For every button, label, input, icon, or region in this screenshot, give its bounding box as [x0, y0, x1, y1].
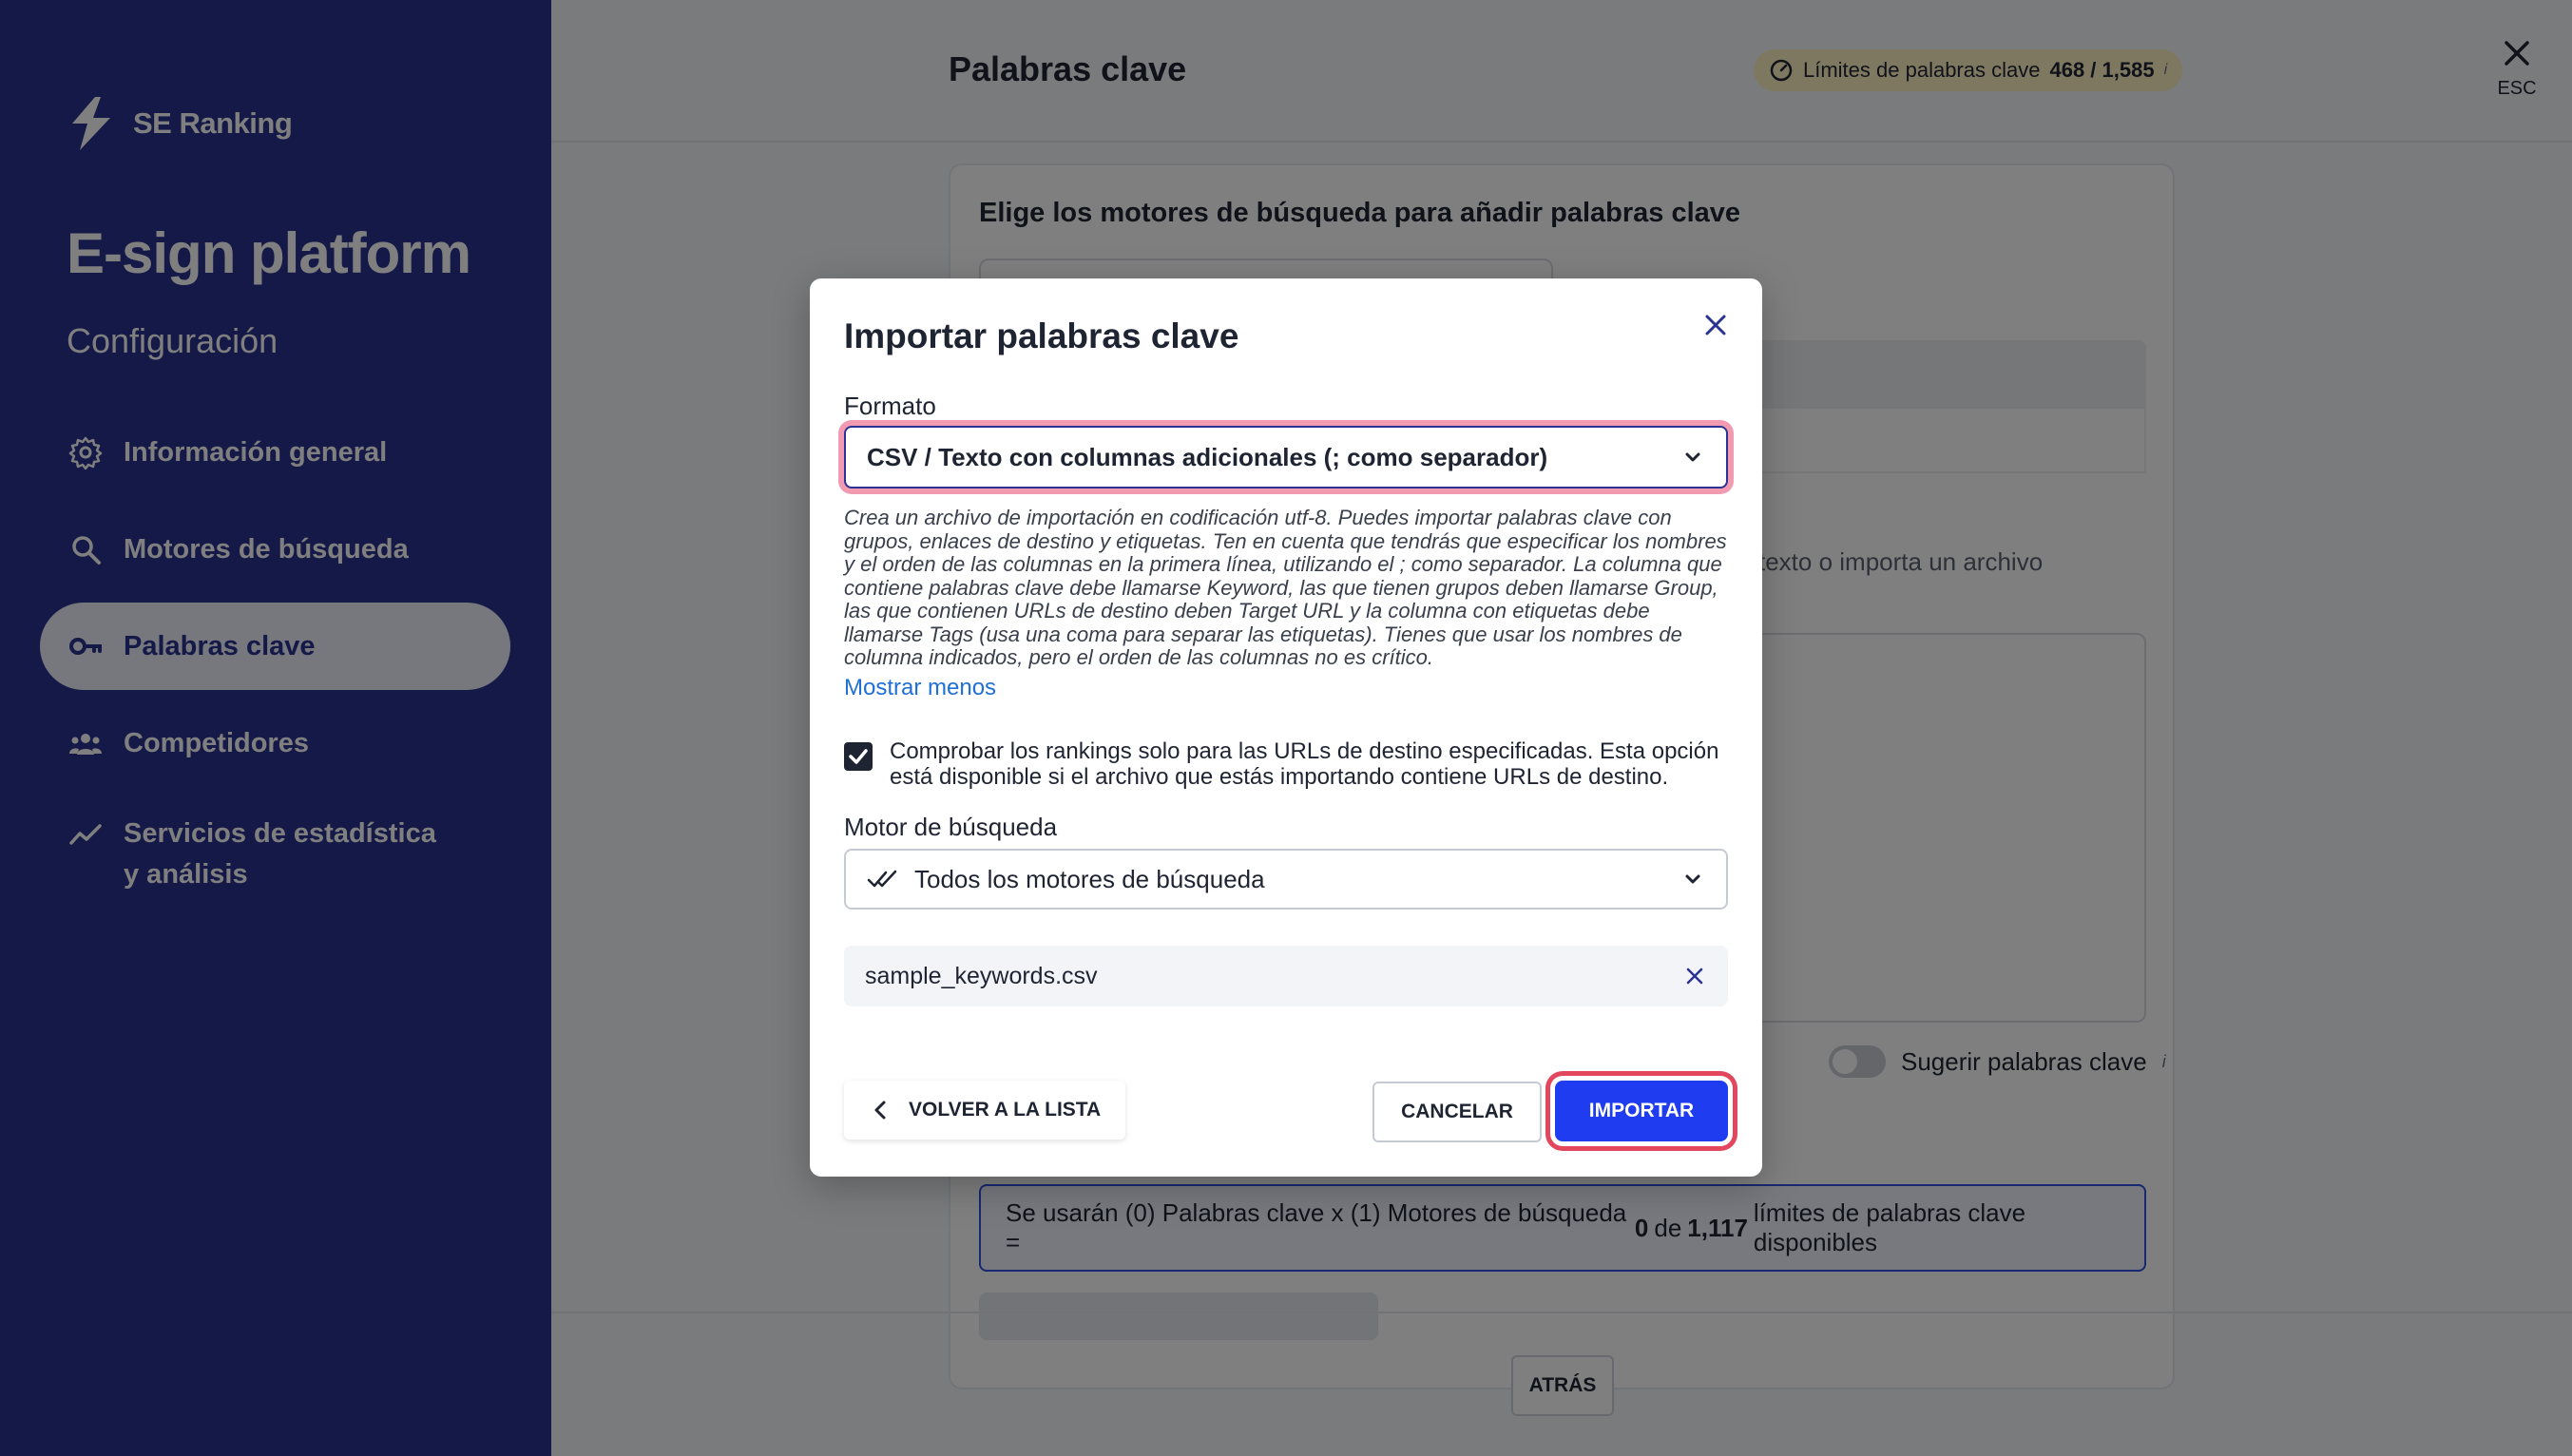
- engine-value: Todos los motores de búsqueda: [914, 864, 1265, 893]
- target-url-checkbox-label: Comprobar los rankings solo para las URL…: [890, 738, 1719, 790]
- format-value: CSV / Texto con columnas adicionales (; …: [867, 442, 1548, 471]
- chevron-left-icon: [874, 1101, 886, 1120]
- chevron-down-icon: [1685, 874, 1700, 884]
- target-url-check-row: Comprobar los rankings solo para las URL…: [844, 738, 1728, 790]
- format-label: Formato: [844, 392, 936, 420]
- format-select[interactable]: CSV / Texto con columnas adicionales (; …: [844, 426, 1728, 489]
- back-to-list-label: VOLVER A LA LISTA: [909, 1099, 1102, 1121]
- show-less-link[interactable]: Mostrar menos: [844, 675, 996, 701]
- remove-file-button[interactable]: [1682, 964, 1707, 988]
- cancel-button[interactable]: CANCELAR: [1372, 1082, 1542, 1142]
- engine-label: Motor de búsqueda: [844, 813, 1058, 841]
- close-icon: [1686, 967, 1703, 985]
- file-name: sample_keywords.csv: [865, 962, 1098, 989]
- search-engine-select[interactable]: Todos los motores de búsqueda: [844, 849, 1728, 910]
- double-check-icon: [867, 870, 897, 888]
- import-keywords-modal: Importar palabras clave Formato CSV / Te…: [810, 278, 1762, 1177]
- modal-close-button[interactable]: [1694, 303, 1737, 347]
- back-to-list-button[interactable]: VOLVER A LA LISTA: [844, 1081, 1126, 1140]
- chevron-down-icon: [1685, 452, 1700, 462]
- selected-file: sample_keywords.csv: [844, 946, 1728, 1006]
- modal-title: Importar palabras clave: [844, 316, 1239, 355]
- import-button[interactable]: IMPORTAR: [1555, 1081, 1728, 1141]
- close-icon: [1705, 315, 1726, 335]
- format-description: Crea un archivo de importación en codifi…: [844, 506, 1727, 669]
- target-url-checkbox[interactable]: [844, 742, 873, 771]
- checkmark-icon: [849, 749, 868, 764]
